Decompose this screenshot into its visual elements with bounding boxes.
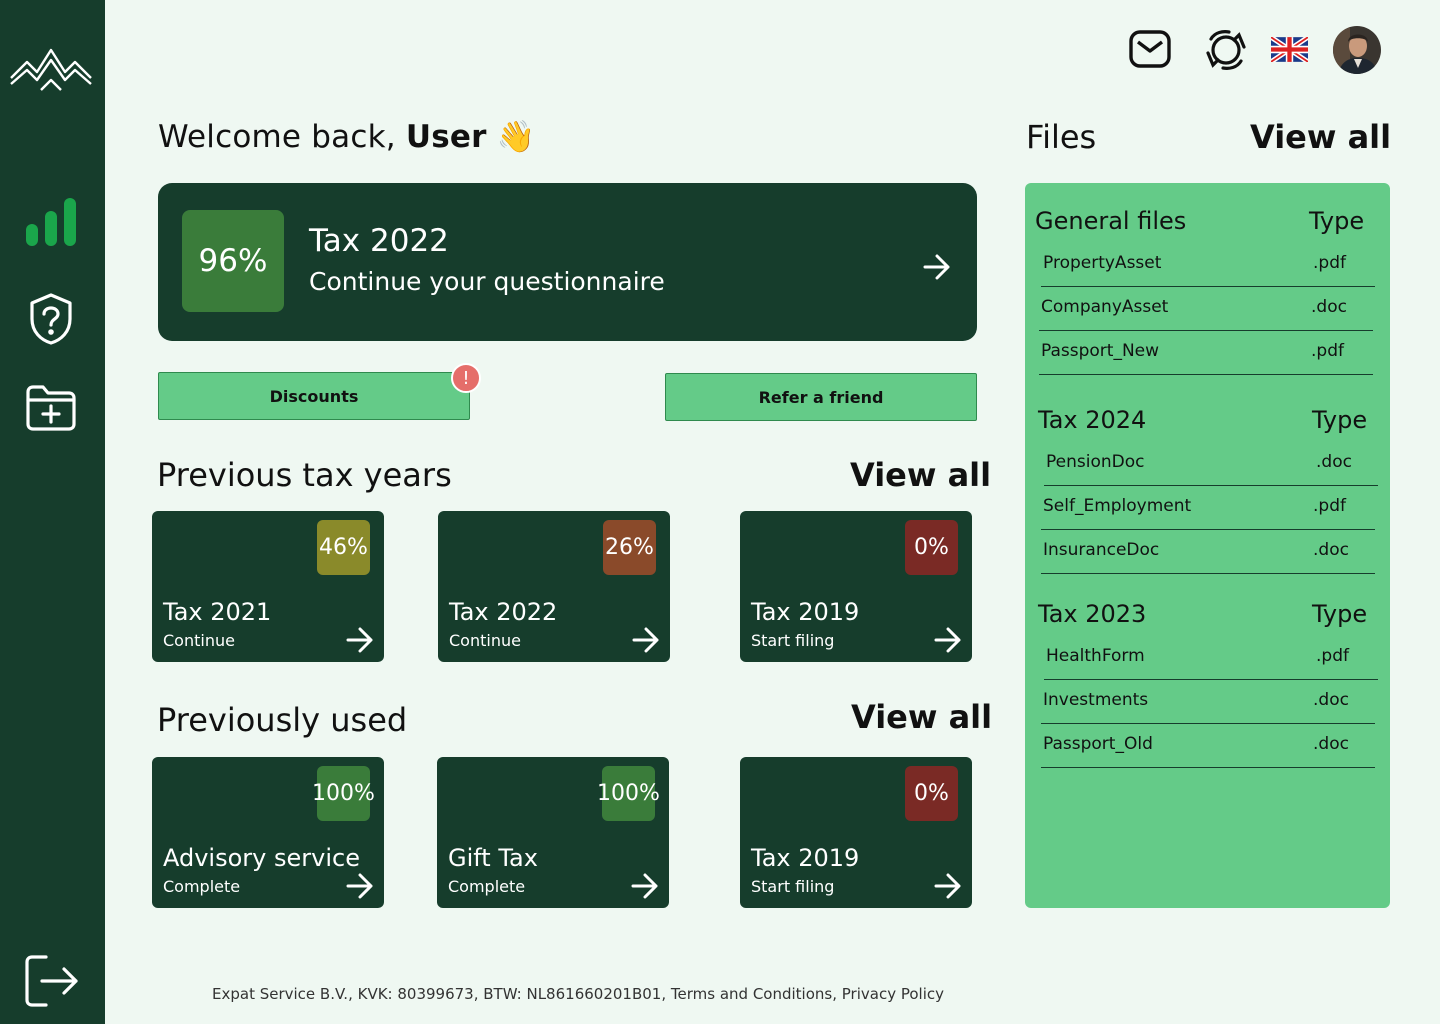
greeting-text: Welcome back, bbox=[158, 119, 396, 155]
files-title: Files bbox=[1026, 118, 1097, 156]
card-title: Gift Tax bbox=[448, 844, 538, 872]
file-type: .pdf bbox=[1313, 496, 1346, 516]
refer-friend-button[interactable]: Refer a friend bbox=[665, 373, 977, 421]
card-subtitle: Continue bbox=[163, 631, 235, 650]
file-group-title: Tax 2023 bbox=[1038, 600, 1147, 628]
card-subtitle: Start filing bbox=[751, 877, 835, 896]
view-all-previously-used-link[interactable]: View all bbox=[851, 698, 992, 736]
progress-badge: 100% bbox=[312, 766, 375, 821]
file-type: .pdf bbox=[1311, 341, 1344, 361]
sidebar bbox=[0, 0, 105, 1024]
file-row[interactable]: PropertyAsset .pdf bbox=[1041, 243, 1375, 287]
file-name: InsuranceDoc bbox=[1043, 540, 1160, 560]
uk-flag-icon[interactable] bbox=[1269, 35, 1310, 66]
card-title: Advisory service bbox=[163, 844, 360, 872]
file-row[interactable]: CompanyAsset .doc bbox=[1039, 287, 1373, 331]
file-group-title: Tax 2024 bbox=[1038, 406, 1147, 434]
folder-plus-icon[interactable] bbox=[25, 384, 77, 432]
file-name: PensionDoc bbox=[1046, 452, 1145, 472]
support-icon[interactable] bbox=[1205, 29, 1247, 75]
bar-chart-icon[interactable] bbox=[24, 196, 78, 248]
continue-questionnaire-card[interactable]: 96% Tax 2022 Continue your questionnaire bbox=[158, 183, 977, 341]
file-row[interactable]: Self_Employment .pdf bbox=[1041, 486, 1375, 530]
progress-badge: 0% bbox=[905, 520, 958, 575]
privacy-link[interactable]: Privacy Policy bbox=[842, 985, 944, 1003]
avatar[interactable] bbox=[1332, 24, 1382, 80]
file-type: .doc bbox=[1313, 690, 1349, 710]
file-row[interactable]: Investments .doc bbox=[1041, 680, 1375, 724]
view-all-files-link[interactable]: View all bbox=[1250, 118, 1391, 156]
mail-icon[interactable] bbox=[1129, 29, 1171, 73]
card-title: Tax 2021 bbox=[163, 598, 272, 626]
card-title: Tax 2022 bbox=[449, 598, 558, 626]
card-subtitle: Complete bbox=[448, 877, 526, 896]
section-title-previous-tax-years: Previous tax years bbox=[157, 456, 452, 494]
file-name: Investments bbox=[1043, 690, 1149, 710]
tax-year-card[interactable]: 46% Tax 2021 Continue bbox=[152, 511, 384, 662]
file-type: .doc bbox=[1316, 452, 1352, 472]
file-row[interactable]: PensionDoc .doc bbox=[1044, 442, 1378, 486]
file-type: .pdf bbox=[1313, 253, 1346, 273]
progress-badge: 0% bbox=[905, 766, 958, 821]
file-type: .doc bbox=[1313, 540, 1349, 560]
notification-badge: ! bbox=[451, 363, 481, 393]
file-row[interactable]: Passport_New .pdf bbox=[1039, 331, 1373, 375]
progress-badge: 46% bbox=[317, 520, 370, 575]
arrow-right-icon[interactable] bbox=[631, 873, 659, 903]
user-name: User bbox=[405, 119, 487, 155]
tax-year-card[interactable]: 0% Tax 2019 Start filing bbox=[740, 511, 972, 662]
file-type: .doc bbox=[1313, 734, 1349, 754]
card-title: Tax 2019 bbox=[751, 844, 860, 872]
arrow-right-icon[interactable] bbox=[346, 627, 374, 657]
service-card[interactable]: 100% Advisory service Complete bbox=[152, 757, 384, 908]
file-name: Passport_Old bbox=[1043, 734, 1153, 754]
file-row[interactable]: Passport_Old .doc bbox=[1041, 724, 1375, 768]
arrow-right-icon[interactable] bbox=[346, 873, 374, 903]
file-name: CompanyAsset bbox=[1041, 297, 1169, 317]
arrow-right-icon[interactable] bbox=[934, 873, 962, 903]
arrow-right-icon[interactable] bbox=[632, 627, 660, 657]
file-name: PropertyAsset bbox=[1043, 253, 1162, 273]
service-card[interactable]: 0% Tax 2019 Start filing bbox=[740, 757, 972, 908]
file-name: HealthForm bbox=[1046, 646, 1145, 666]
progress-badge: 100% bbox=[597, 766, 660, 821]
mountains-logo[interactable] bbox=[9, 44, 93, 94]
file-row[interactable]: InsuranceDoc .doc bbox=[1041, 530, 1375, 574]
file-name: Passport_New bbox=[1041, 341, 1160, 361]
card-subtitle: Complete bbox=[163, 877, 241, 896]
file-group-type-header: Type bbox=[1312, 600, 1368, 628]
discounts-button[interactable]: Discounts bbox=[158, 372, 470, 420]
file-type: .doc bbox=[1311, 297, 1347, 317]
terms-link[interactable]: Terms and Conditions, bbox=[671, 985, 837, 1003]
wave-icon: 👋 bbox=[496, 119, 536, 155]
progress-badge: 96% bbox=[182, 210, 284, 312]
file-name: Self_Employment bbox=[1043, 496, 1192, 516]
progress-badge: 26% bbox=[603, 520, 656, 575]
section-title-previously-used: Previously used bbox=[157, 701, 408, 739]
file-row[interactable]: HealthForm .pdf bbox=[1044, 636, 1378, 680]
shield-question-icon[interactable] bbox=[28, 292, 74, 346]
file-group-title: General files bbox=[1035, 207, 1187, 235]
file-type: .pdf bbox=[1316, 646, 1349, 666]
card-subtitle: Start filing bbox=[751, 631, 835, 650]
service-card[interactable]: 100% Gift Tax Complete bbox=[437, 757, 669, 908]
file-group-type-header: Type bbox=[1312, 406, 1368, 434]
card-title: Tax 2019 bbox=[751, 598, 860, 626]
files-panel: General files Type PropertyAsset .pdf Co… bbox=[1025, 183, 1390, 908]
view-all-tax-years-link[interactable]: View all bbox=[850, 456, 991, 494]
file-group-type-header: Type bbox=[1309, 207, 1365, 235]
footer: Expat Service B.V., KVK: 80399673, BTW: … bbox=[212, 985, 944, 1003]
tax-year-card[interactable]: 26% Tax 2022 Continue bbox=[438, 511, 670, 662]
hero-title: Tax 2022 bbox=[309, 223, 449, 259]
arrow-right-icon[interactable] bbox=[923, 254, 951, 284]
card-subtitle: Continue bbox=[449, 631, 521, 650]
arrow-right-icon[interactable] bbox=[934, 627, 962, 657]
logout-icon[interactable] bbox=[24, 954, 80, 1008]
page-title: Welcome back, User 👋 bbox=[158, 118, 535, 155]
hero-subtitle: Continue your questionnaire bbox=[309, 267, 665, 296]
footer-company-info: Expat Service B.V., KVK: 80399673, BTW: … bbox=[212, 985, 667, 1003]
